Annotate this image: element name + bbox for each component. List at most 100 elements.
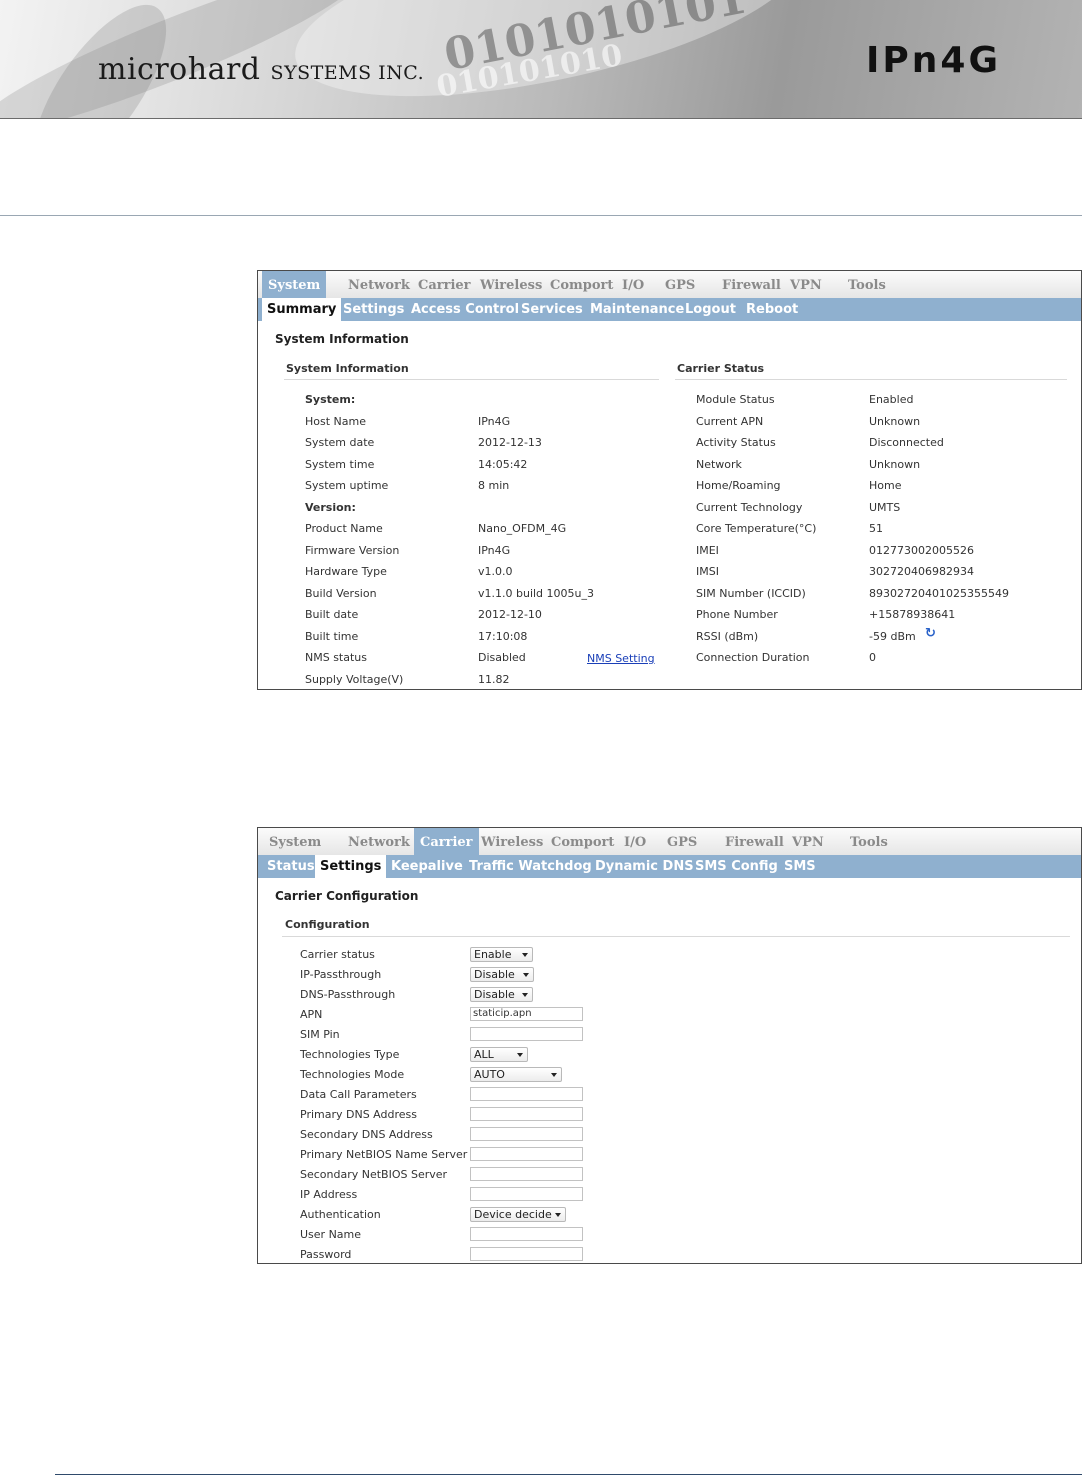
row-value: v1.0.0: [478, 565, 513, 578]
refresh-icon[interactable]: ↻: [925, 626, 936, 641]
section-title: System Information: [275, 332, 409, 346]
select-value: Disable: [474, 968, 515, 981]
sub-nav-tab-status[interactable]: Status: [262, 855, 320, 878]
sub-nav-tab-keepalive[interactable]: Keepalive: [386, 855, 468, 878]
top-nav-tab-vpn[interactable]: VPN: [786, 828, 830, 855]
data-call-parameters-input[interactable]: [470, 1087, 583, 1101]
apn-input[interactable]: staticip.apn: [470, 1007, 583, 1021]
row-label: System time: [305, 457, 375, 471]
primary-dns-address-input[interactable]: [470, 1107, 583, 1121]
sub-nav-tab-maintenance[interactable]: Maintenance: [585, 298, 689, 321]
top-nav-tab-system[interactable]: System: [262, 271, 327, 298]
top-nav-tab-comport[interactable]: Comport: [545, 828, 620, 855]
company-logo: microhard SYSTEMS INC.: [98, 52, 424, 87]
row-value: 2012-12-13: [478, 436, 542, 449]
row-label: System uptime: [305, 479, 389, 492]
top-nav-tab-network[interactable]: Network: [342, 828, 416, 855]
top-navigation: System Network Carrier Wireless Comport I/O GP…: [258, 271, 1081, 298]
row-value: 2012-12-10: [478, 608, 542, 621]
row-label: Build Version: [305, 586, 377, 600]
row-value: Unknown: [869, 457, 921, 471]
row-label: Module Status: [696, 393, 775, 406]
sub-nav-tab-reboot[interactable]: Reboot: [741, 298, 803, 321]
top-nav-tab-tools[interactable]: Tools: [842, 271, 892, 298]
top-nav-tab-wireless[interactable]: Wireless: [475, 828, 549, 855]
authentication-select[interactable]: Device decide: [470, 1207, 566, 1222]
select-value: Device decide: [474, 1208, 552, 1221]
sub-nav-tab-traffic-watchdog[interactable]: Traffic Watchdog: [464, 855, 597, 878]
primary-netbios-name-server-input[interactable]: [470, 1147, 583, 1161]
row-label: Host Name: [305, 414, 366, 428]
top-nav-tab-i-o[interactable]: I/O: [618, 828, 652, 855]
row-label: IMSI: [696, 565, 719, 578]
sub-nav-tab-sms-config[interactable]: SMS Config: [690, 855, 783, 878]
sub-nav-tab-settings[interactable]: Settings: [338, 298, 409, 321]
password-input[interactable]: [470, 1247, 583, 1261]
row-value: v1.1.0 build 1005u_3: [478, 586, 595, 600]
carrier-status-select[interactable]: Enable: [470, 947, 533, 962]
group-divider: [675, 379, 1067, 380]
top-nav-tab-firewall[interactable]: Firewall: [719, 828, 790, 855]
row-label: Connection Duration: [696, 651, 810, 664]
nms-setting-link[interactable]: NMS Setting: [587, 652, 655, 665]
secondary-netbios-server-input[interactable]: [470, 1167, 583, 1181]
sub-nav-tab-settings[interactable]: Settings: [315, 855, 387, 878]
top-nav-tab-firewall[interactable]: Firewall: [716, 271, 787, 298]
ip-address-input[interactable]: [470, 1187, 583, 1201]
technologies-mode-select[interactable]: AUTO: [470, 1067, 562, 1082]
field-label-ip-address: IP Address: [300, 1188, 358, 1201]
row-label: Supply Voltage(V): [305, 672, 404, 686]
sub-nav-tab-summary[interactable]: Summary: [262, 298, 342, 321]
row-label: Built time: [305, 629, 359, 643]
row-value: 51: [869, 522, 883, 535]
row-value: Unknown: [869, 414, 921, 428]
nms-setting-link-text[interactable]: NMS Setting: [587, 652, 655, 665]
sub-nav-tab-logout[interactable]: Logout: [680, 298, 741, 321]
sub-nav-tab-dynamic-dns[interactable]: Dynamic DNS: [590, 855, 699, 878]
select-value: ALL: [474, 1048, 494, 1061]
dns-passthrough-select[interactable]: Disable: [470, 987, 533, 1002]
top-nav-tab-carrier[interactable]: Carrier: [412, 271, 477, 298]
group-divider: [284, 379, 659, 380]
sub-navigation: Status Settings Keepalive Traffic Watchdog D…: [258, 855, 1081, 878]
field-label-data-call-parameters: Data Call Parameters: [300, 1088, 417, 1101]
secondary-dns-address-input[interactable]: [470, 1127, 583, 1141]
row-label: Core Temperature(°C): [696, 522, 817, 535]
row-label: SIM Number (ICCID): [696, 586, 806, 600]
group-title-configuration: Configuration: [285, 918, 370, 931]
top-nav-tab-vpn[interactable]: VPN: [784, 271, 828, 298]
row-label: NMS status: [305, 651, 367, 664]
top-nav-tab-i-o[interactable]: I/O: [616, 271, 650, 298]
top-nav-tab-gps[interactable]: GPS: [659, 271, 701, 298]
top-nav-tab-network[interactable]: Network: [342, 271, 416, 298]
row-value: Nano_OFDM_4G: [478, 522, 567, 535]
top-nav-tab-tools[interactable]: Tools: [844, 828, 894, 855]
top-nav-tab-carrier[interactable]: Carrier: [414, 828, 479, 855]
row-value: Disconnected: [869, 436, 944, 449]
sub-nav-tab-sms[interactable]: SMS: [779, 855, 821, 878]
header-banner: 0101010101 010101010 microhard SYSTEMS I…: [0, 0, 1082, 119]
field-label-carrier-status: Carrier status: [300, 948, 375, 961]
top-nav-tab-system[interactable]: System: [263, 828, 327, 855]
sub-nav-tab-services[interactable]: Services: [516, 298, 588, 321]
top-nav-tab-wireless[interactable]: Wireless: [474, 271, 548, 298]
technologies-type-select[interactable]: ALL: [470, 1047, 528, 1062]
user-name-input[interactable]: [470, 1227, 583, 1241]
row-label: Network: [696, 457, 742, 471]
top-nav-tab-gps[interactable]: GPS: [661, 828, 703, 855]
row-value: +15878938641: [869, 608, 956, 621]
field-label-sim-pin: SIM Pin: [300, 1028, 340, 1041]
row-label: RSSI (dBm): [696, 629, 759, 643]
top-navigation: System Network Carrier Wireless Comport I/O GP…: [258, 828, 1081, 855]
chevron-down-icon: [522, 953, 528, 957]
ip-passthrough-select[interactable]: Disable: [470, 967, 534, 982]
sub-nav-tab-access-control[interactable]: Access Control: [406, 298, 524, 321]
row-label: Current Technology: [696, 500, 803, 514]
select-value: Enable: [474, 948, 512, 961]
row-label: Firmware Version: [305, 543, 400, 557]
top-nav-tab-comport[interactable]: Comport: [544, 271, 619, 298]
row-value: 14:05:42: [478, 457, 528, 471]
chevron-down-icon: [523, 973, 529, 977]
sim-pin-input[interactable]: [470, 1027, 583, 1041]
group-divider: [282, 936, 1070, 937]
